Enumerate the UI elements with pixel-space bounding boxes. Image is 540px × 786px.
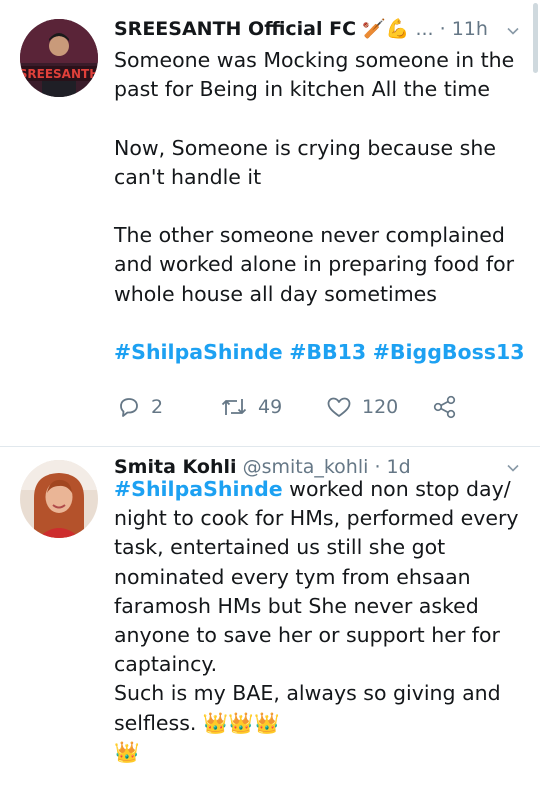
- hashtag-link[interactable]: #BiggBoss13: [373, 340, 525, 364]
- scrollbar[interactable]: [533, 3, 538, 73]
- share-button[interactable]: [432, 395, 458, 419]
- text-line: 👑: [114, 739, 140, 764]
- chevron-down-icon[interactable]: [506, 24, 520, 38]
- like-count: 120: [362, 396, 399, 418]
- hashtag-line: #ShilpaShinde #BB13 #BiggBoss13: [114, 338, 525, 367]
- text-line: #ShilpaShinde worked non stop day/: [114, 475, 524, 504]
- share-icon: [433, 395, 456, 419]
- reply-button[interactable]: 2: [117, 395, 163, 419]
- text-line: Now, Someone is crying because she: [114, 135, 496, 160]
- text-line: The other someone never complained: [114, 223, 505, 248]
- chevron-down-icon[interactable]: [506, 461, 520, 475]
- hashtag-link[interactable]: #ShilpaShinde: [114, 340, 283, 364]
- tweet-sreesanth[interactable]: SREESANTH SREESANTH Official FC 🏏💪 ... ·…: [0, 0, 540, 446]
- avatar[interactable]: [20, 460, 98, 538]
- reply-count: 2: [151, 396, 164, 418]
- avatar[interactable]: SREESANTH: [20, 19, 98, 97]
- avatar-image: [20, 460, 98, 538]
- tweet-time[interactable]: · 11h: [440, 18, 488, 40]
- reply-icon: [120, 398, 138, 417]
- text-line: faramosh HMs but She never asked: [114, 593, 479, 618]
- avatar-text: SREESANTH: [20, 67, 98, 81]
- tweet-header: SREESANTH Official FC 🏏💪 ... · 11h: [114, 17, 504, 40]
- hashtag-link[interactable]: #ShilpaShinde: [114, 477, 283, 501]
- text-line: and worked alone in preparing food for: [114, 252, 515, 277]
- text-line: captaincy.: [114, 652, 218, 677]
- retweet-button[interactable]: 49: [220, 395, 282, 419]
- text-line: nominated every tym from ehsaan: [114, 564, 471, 589]
- tweet-text: Someone was Mocking someone in the past …: [114, 46, 525, 367]
- text-line: past for Being in kitchen All the time: [114, 77, 491, 102]
- retweet-count: 49: [258, 396, 283, 418]
- heart-icon: [327, 397, 351, 417]
- tweet-smita-kohli[interactable]: Smita Kohli @smita_kohli · 1d #ShilpaShi…: [0, 447, 540, 786]
- text-line: Such is my BAE, always so giving and: [114, 681, 501, 706]
- text-fragment: worked non stop day/: [282, 477, 511, 501]
- action-bar: 2 49 120: [114, 395, 514, 425]
- text-line: task, entertained us still she got: [114, 535, 446, 560]
- truncation-ellipsis: ...: [415, 18, 434, 40]
- text-line: can't handle it: [114, 164, 262, 189]
- retweet-icon: [221, 399, 247, 415]
- text-line: night to cook for HMs, performed every: [114, 506, 519, 531]
- author-name[interactable]: SREESANTH Official FC: [114, 18, 356, 40]
- avatar-image: SREESANTH: [20, 19, 98, 97]
- text-line: selfless. 👑👑👑: [114, 710, 280, 735]
- hashtag-link[interactable]: #BB13: [289, 340, 366, 364]
- text-line: Someone was Mocking someone in the: [114, 48, 515, 72]
- text-line: anyone to save her or support her for: [114, 623, 500, 648]
- like-button[interactable]: 120: [326, 395, 398, 419]
- tweet-text: #ShilpaShinde worked non stop day/ night…: [114, 475, 524, 767]
- text-line: whole house all day sometimes: [114, 281, 437, 306]
- author-badges: 🏏💪: [362, 18, 410, 40]
